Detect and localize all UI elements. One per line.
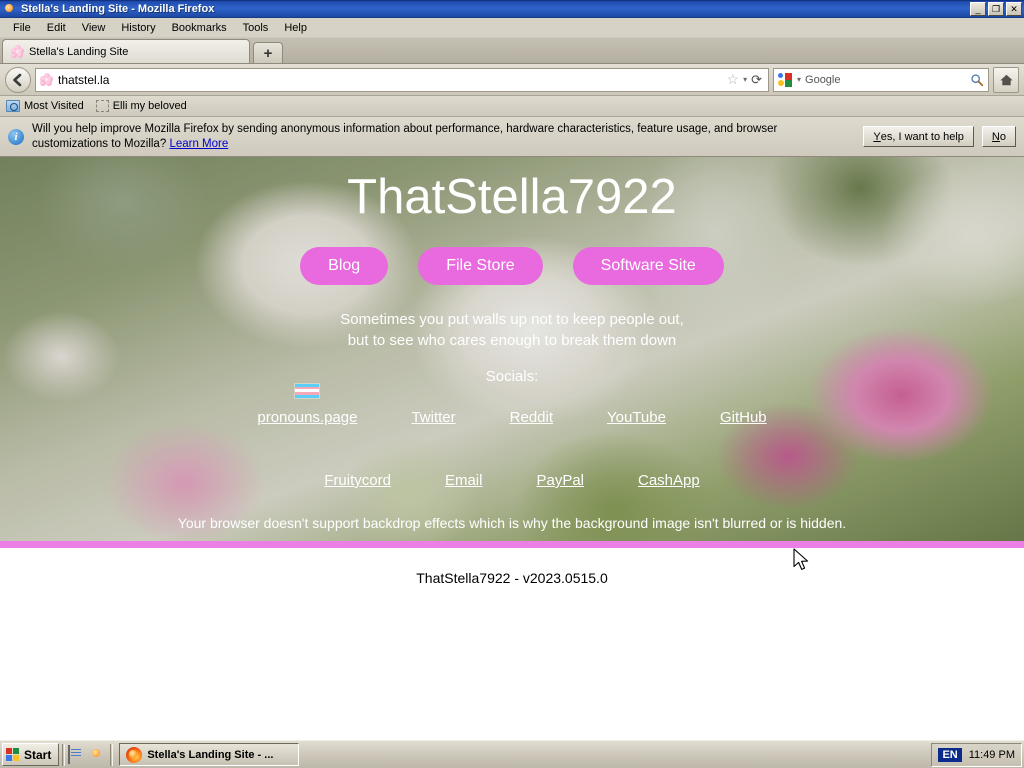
pink-divider xyxy=(0,541,1024,548)
link-pronouns-page[interactable]: pronouns.page xyxy=(257,382,358,426)
yes-i-want-to-help-button[interactable]: Yes, I want to help xyxy=(863,126,974,147)
menu-bookmarks[interactable]: Bookmarks xyxy=(164,20,235,36)
close-button[interactable]: ✕ xyxy=(1006,2,1022,16)
hero-section: ThatStella7922 Blog File Store Software … xyxy=(0,157,1024,541)
menu-help[interactable]: Help xyxy=(276,20,315,36)
no-button[interactable]: No xyxy=(981,126,1016,147)
bookmark-label: Most Visited xyxy=(24,100,84,112)
start-label: Start xyxy=(24,747,52,762)
chevron-down-icon[interactable]: ▾ xyxy=(743,75,747,84)
flower-icon xyxy=(11,45,24,58)
site-favicon-flower-icon xyxy=(40,73,53,86)
system-tray: EN 11:49 PM xyxy=(931,742,1022,767)
link-label: pronouns.page xyxy=(257,408,358,426)
social-links-row-1: pronouns.page Twitter Reddit YouTube Git… xyxy=(0,382,1024,426)
page-title: ThatStella7922 xyxy=(347,170,677,224)
clock[interactable]: 11:49 PM xyxy=(969,749,1015,761)
menu-tools[interactable]: Tools xyxy=(235,20,277,36)
taskbar-separator xyxy=(62,743,66,766)
no-button-label-rest: o xyxy=(999,130,1006,143)
quote-text: Sometimes you put walls up not to keep p… xyxy=(340,309,684,351)
menu-history[interactable]: History xyxy=(113,20,163,36)
info-icon: i xyxy=(8,128,24,145)
firefox-icon[interactable] xyxy=(89,746,107,764)
reload-icon[interactable]: ⟳ xyxy=(751,72,762,88)
bookmark-star-icon[interactable]: ☆ xyxy=(727,71,740,88)
link-reddit[interactable]: Reddit xyxy=(510,409,553,426)
back-button[interactable] xyxy=(5,66,31,93)
learn-more-link[interactable]: Learn More xyxy=(169,138,228,150)
navigation-toolbar: thatstel.la ☆ ▾ ⟳ ▾ Google xyxy=(0,64,1024,96)
social-links-row-2: Fruitycord Email PayPal CashApp xyxy=(0,472,1024,489)
menu-file[interactable]: File xyxy=(5,20,39,36)
software-site-button[interactable]: Software Site xyxy=(572,246,724,285)
back-arrow-icon xyxy=(13,73,22,86)
menu-edit[interactable]: Edit xyxy=(39,20,74,36)
menu-bar: File Edit View History Bookmarks Tools H… xyxy=(0,18,1024,38)
bookmarks-toolbar: Most Visited Elli my beloved xyxy=(0,96,1024,117)
bookmark-elli-my-beloved[interactable]: Elli my beloved xyxy=(95,100,187,112)
link-youtube[interactable]: YouTube xyxy=(607,409,666,426)
taskbar-separator xyxy=(110,743,114,766)
link-paypal[interactable]: PayPal xyxy=(536,472,584,489)
home-icon xyxy=(999,74,1013,85)
link-twitter[interactable]: Twitter xyxy=(411,409,455,426)
menu-view[interactable]: View xyxy=(74,20,114,36)
firefox-icon xyxy=(2,1,18,17)
bookmark-label: Elli my beloved xyxy=(112,100,187,112)
taskbar-item-stellas-landing-site[interactable]: Stella's Landing Site - ... xyxy=(119,743,300,766)
notification-message: Will you help improve Mozilla Firefox by… xyxy=(32,122,778,150)
notification-message-wrap: Will you help improve Mozilla Firefox by… xyxy=(32,122,855,152)
link-fruitycord[interactable]: Fruitycord xyxy=(324,472,391,489)
window-title: Stella's Landing Site - Mozilla Firefox xyxy=(21,3,215,15)
link-github[interactable]: GitHub xyxy=(720,409,767,426)
taskbar: Start Stella's Landing Site - ... EN 11:… xyxy=(0,740,1024,768)
dashed-box-icon xyxy=(95,100,109,112)
home-button[interactable] xyxy=(993,66,1019,93)
yes-button-label-rest: es, I want to help xyxy=(880,130,964,143)
folder-search-icon xyxy=(6,100,20,112)
page-footer: ThatStella7922 - v2023.0515.0 xyxy=(416,570,608,586)
socials-label: Socials: xyxy=(485,367,539,385)
magnifier-icon[interactable] xyxy=(970,73,984,87)
tab-stellas-landing-site[interactable]: Stella's Landing Site xyxy=(2,39,250,63)
notepad-icon[interactable] xyxy=(68,744,86,764)
search-engine-chevron-icon[interactable]: ▾ xyxy=(797,75,801,84)
browser-window: Stella's Landing Site - Mozilla Firefox … xyxy=(0,0,1024,740)
site-nav-buttons: Blog File Store Software Site xyxy=(300,246,724,285)
taskbar-item-label: Stella's Landing Site - ... xyxy=(147,748,274,761)
minimize-button[interactable]: _ xyxy=(970,2,986,16)
title-bar: Stella's Landing Site - Mozilla Firefox … xyxy=(0,0,1024,18)
address-bar[interactable]: thatstel.la ☆ ▾ ⟳ xyxy=(35,67,769,92)
google-icon xyxy=(778,72,793,87)
windows-flag-icon xyxy=(6,747,21,762)
task-list: Stella's Landing Site - ... xyxy=(116,743,928,766)
window-controls: _ ❐ ✕ xyxy=(970,2,1022,16)
link-cashapp[interactable]: CashApp xyxy=(638,472,700,489)
tab-strip: Stella's Landing Site + xyxy=(0,38,1024,64)
link-email[interactable]: Email xyxy=(445,472,483,489)
search-input[interactable]: Google xyxy=(805,74,966,86)
new-tab-button[interactable]: + xyxy=(253,42,283,63)
backdrop-support-note: Your browser doesn't support backdrop ef… xyxy=(177,515,847,531)
language-indicator[interactable]: EN xyxy=(938,747,962,762)
blog-button[interactable]: Blog xyxy=(300,246,389,285)
bookmark-most-visited[interactable]: Most Visited xyxy=(6,100,84,112)
start-button[interactable]: Start xyxy=(2,743,60,766)
notification-bar: i Will you help improve Mozilla Firefox … xyxy=(0,117,1024,157)
quote-line-1: Sometimes you put walls up not to keep p… xyxy=(340,310,684,328)
trans-pride-flag-icon xyxy=(294,382,321,399)
restore-button[interactable]: ❐ xyxy=(988,2,1004,16)
tab-label: Stella's Landing Site xyxy=(29,45,129,58)
firefox-icon xyxy=(126,746,143,763)
web-content: ThatStella7922 Blog File Store Software … xyxy=(0,157,1024,740)
search-bar[interactable]: ▾ Google xyxy=(773,67,989,92)
file-store-button[interactable]: File Store xyxy=(418,246,543,285)
quote-line-2: but to see who cares enough to break the… xyxy=(347,331,677,349)
url-text: thatstel.la xyxy=(58,72,110,87)
